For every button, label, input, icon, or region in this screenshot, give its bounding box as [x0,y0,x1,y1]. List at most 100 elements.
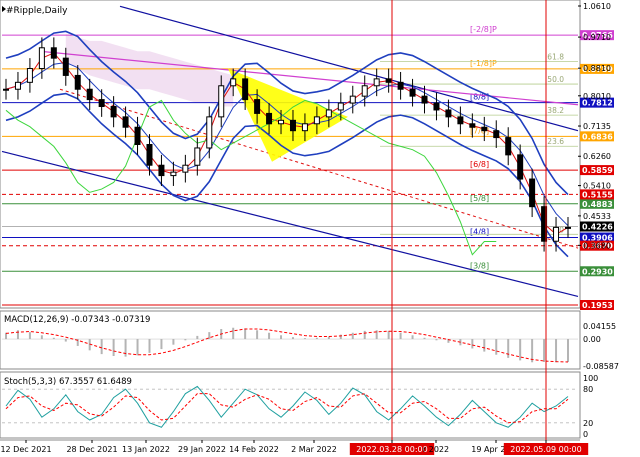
murrey-label: [-1/8]P [470,59,497,68]
stoch-signal-line [5,393,569,424]
candle-body [158,164,165,177]
murrey-price-label: 0.5859 [582,166,613,175]
murrey-price-label: 0.1953 [582,301,613,310]
candle-body [529,178,536,208]
candle-body [254,99,261,114]
candle-body [553,226,560,242]
candle-body [62,57,69,76]
fib-label: 23.6 [547,137,564,146]
candle-body [230,78,237,87]
price-axis: 1.0610 0.9710 0.8810 0.8010 0.7135 0.6260 0.54… [578,2,611,250]
price-tick-label: 0.8810 [583,64,611,73]
candle-body [242,78,249,101]
fib-label: 38.2 [547,106,564,115]
candle-body [218,85,225,118]
candle-body [3,88,9,91]
candle-body [301,123,308,132]
candle-body [361,85,368,97]
time-tick-label: 29 Jan 2022 [178,445,226,454]
price-tick-label: 0.6260 [583,152,611,161]
time-tick-label: 12 Dec 2021 [0,445,51,454]
candle-body [146,143,153,166]
candle-body [74,74,81,90]
murrey-label: [3/8] [470,261,489,270]
time-tick-label: r 2022 [423,445,449,454]
time-tick-label: 2 Mar 2022 [291,445,337,454]
time-marker-label: 2022.03.28 00:00 [356,445,427,454]
trend-channel-lower [1,150,579,298]
stoch-title: Stoch(5,3,3) 67.3557 61.6489 [4,377,132,387]
candle-body [266,112,273,125]
price-tick-label: 0.7135 [583,122,611,131]
candle-body [38,47,45,70]
price-tick-label: 1.0610 [583,2,611,11]
candle-body [50,47,57,59]
candle-body [26,68,33,83]
price-tick-label: 0.9710 [583,33,611,42]
murrey-price-label: 0.6836 [582,132,613,141]
candle-body [86,88,93,101]
macd-title: MACD(12,26,9) -0.07343 -0.07319 [4,315,150,325]
macd-tick-label: 0.04155 [583,322,616,331]
stoch-lines-layer [5,385,569,428]
candle-body [134,126,141,145]
stoch-tick-label: 100 [583,374,598,383]
price-tick-label: 0.4533 [583,212,611,221]
murrey-label: [4/8] [470,228,489,237]
fib-label: 61.8 [547,53,564,62]
macd-tick-label: -0.08587 [583,362,619,371]
candle-body [289,119,296,132]
chart-window: #Ripple,Daily [-2/8]P 0.9766 [-1/8]P 0.8789… [0,0,640,457]
current-price-label: 0.4226 [582,222,613,231]
price-tick-label: 0.3680 [583,241,611,250]
candle-body [505,137,512,156]
fib-label: 50.0 [547,75,564,84]
murrey-label: [-2/8]P [470,25,497,34]
chart-title: #Ripple,Daily [6,6,68,16]
candle-body [349,95,356,104]
time-tick-label: 14 Feb 2022 [229,445,279,454]
candle-body [278,119,285,125]
vertical-markers-layer [391,0,547,440]
candle-body [565,226,571,229]
candle-body [517,154,524,180]
candle-body [194,147,201,166]
stoch-tick-label: 0 [583,430,588,439]
reference-price-label: 0.5155 [582,190,613,199]
murrey-label: [5/8] [470,194,489,203]
candle-body [206,116,213,149]
macd-panel: MACD(12,26,9) -0.07343 -0.07319 0.041550… [0,310,619,371]
price-tick-label: 0.5410 [583,182,611,191]
chart-svg: #Ripple,Daily [-2/8]P0.9766[-1/8]P0.8789… [0,0,619,455]
candle-body [170,171,177,177]
candle-body [385,78,392,83]
murrey-price-label: 0.4883 [582,200,613,209]
murrey-price-label: 0.2930 [582,267,613,276]
candle-body [122,116,129,128]
candle-body [98,99,105,108]
time-tick-label: 28 Dec 2021 [66,445,117,454]
candle-body [445,109,452,118]
candle-body [313,116,320,125]
candle-body [433,102,440,111]
stoch-panel: Stoch(5,3,3) 67.3557 61.6489 100 80 20 0 [0,371,598,439]
time-axis: 12 Dec 2021 28 Dec 2021 13 Jan 2022 29 Jan … [0,439,589,455]
murrey-label: [6/8] [470,160,489,169]
candle-body [397,81,404,90]
candle-body [337,102,344,111]
stoch-axis: 100 80 20 0 [583,374,598,439]
macd-tick-label: 0.00 [583,335,601,344]
time-marker-label: 2022.05.09 00:00 [510,445,581,454]
stoch-tick-label: 80 [583,385,593,394]
candle-body [421,95,428,104]
candle-body [481,126,488,132]
candle-body [325,109,332,118]
macd-axis: 0.04155 0.00 -0.08587 [583,322,619,371]
candle-body [182,164,189,173]
candle-body [493,130,500,139]
candle-body [14,81,21,90]
candle-body [457,116,464,125]
price-tick-label: 0.8010 [583,92,611,101]
time-tick-label: 13 Jan 2022 [122,445,170,454]
candle-body [110,106,117,118]
